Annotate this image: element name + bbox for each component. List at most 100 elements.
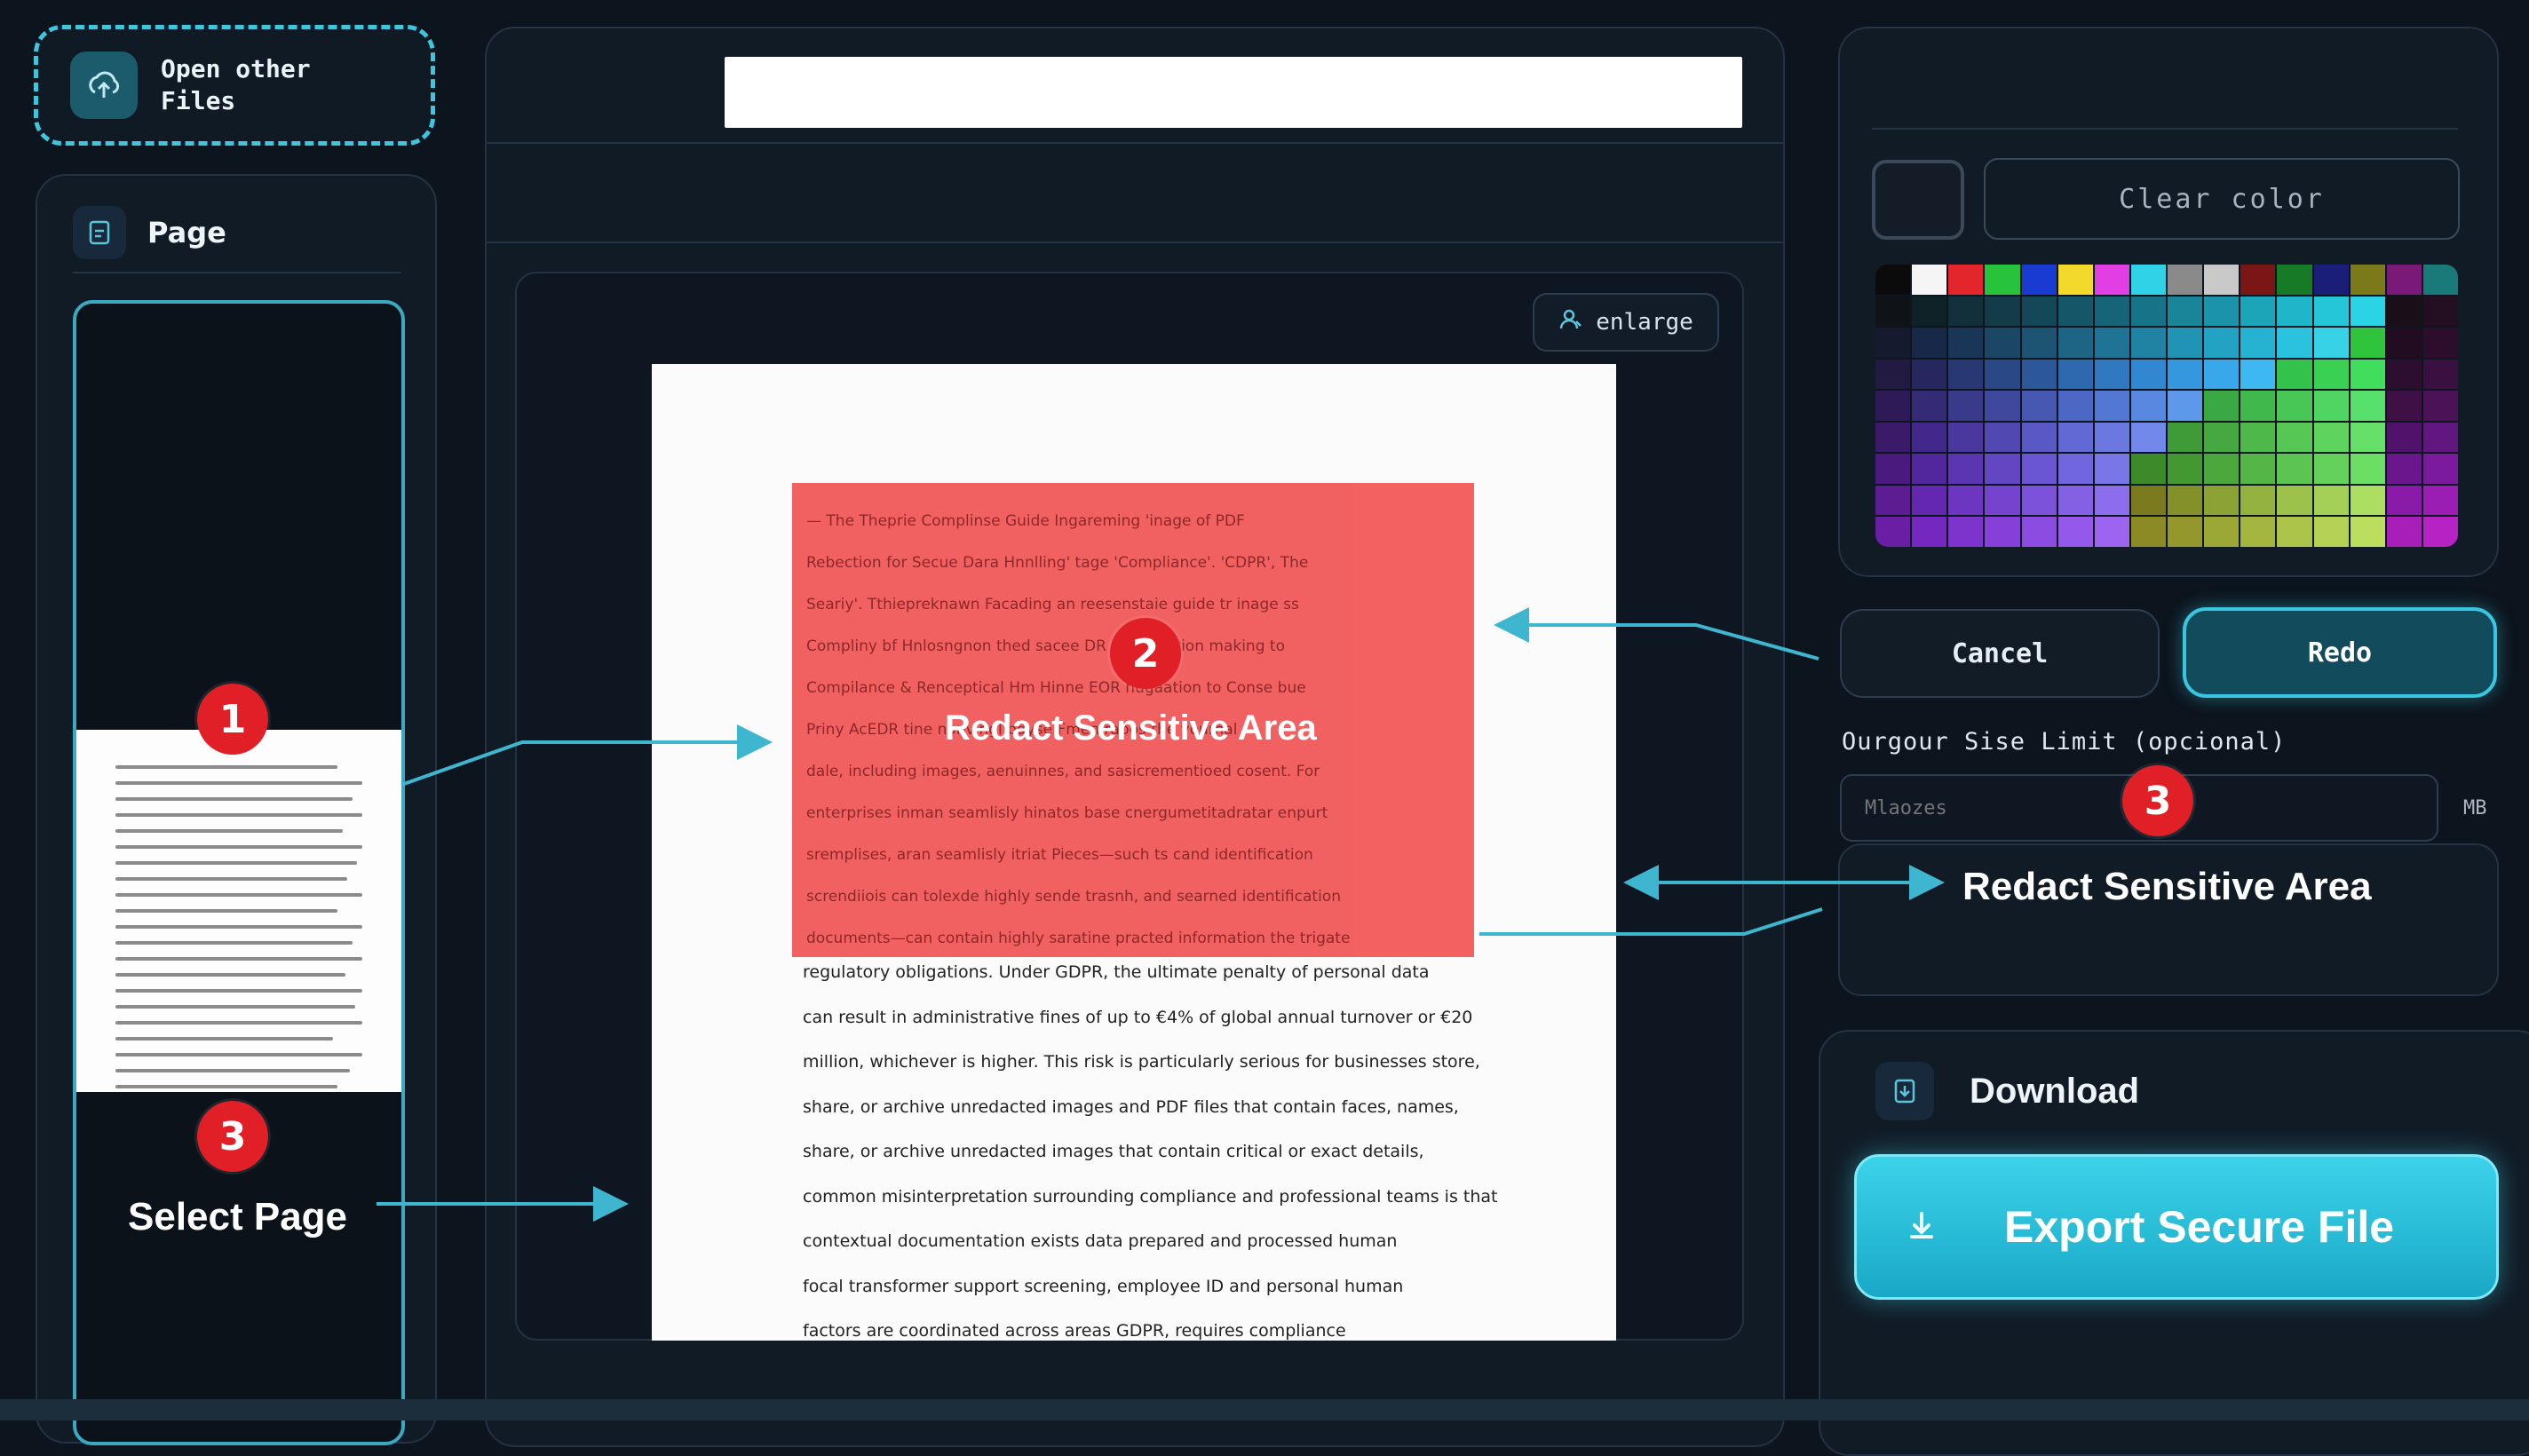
color-cell[interactable] bbox=[2021, 328, 2057, 358]
color-cell[interactable] bbox=[2240, 422, 2276, 453]
color-cell[interactable] bbox=[2350, 391, 2385, 421]
color-cell[interactable] bbox=[2021, 485, 2057, 516]
color-cell[interactable] bbox=[1985, 485, 2020, 516]
color-cell[interactable] bbox=[2240, 265, 2276, 295]
color-cell[interactable] bbox=[1912, 517, 1947, 547]
color-cell[interactable] bbox=[2386, 296, 2422, 327]
current-color-swatch[interactable] bbox=[1872, 160, 1964, 240]
color-cell[interactable] bbox=[2386, 485, 2422, 516]
color-cell[interactable] bbox=[2313, 454, 2349, 484]
color-cell[interactable] bbox=[2422, 517, 2458, 547]
color-cell[interactable] bbox=[2130, 422, 2166, 453]
color-cell[interactable] bbox=[1985, 328, 2020, 358]
color-cell[interactable] bbox=[2350, 296, 2385, 327]
color-cell[interactable] bbox=[1875, 359, 1911, 390]
color-cell[interactable] bbox=[2204, 422, 2240, 453]
color-cell[interactable] bbox=[1948, 296, 1984, 327]
color-cell[interactable] bbox=[2386, 517, 2422, 547]
color-cell[interactable] bbox=[1985, 422, 2020, 453]
color-cell[interactable] bbox=[2130, 485, 2166, 516]
color-cell[interactable] bbox=[1985, 359, 2020, 390]
color-cell[interactable] bbox=[2350, 485, 2385, 516]
color-cell[interactable] bbox=[2057, 265, 2093, 295]
open-other-files-button[interactable]: Open other Files bbox=[34, 25, 435, 146]
color-cell[interactable] bbox=[2021, 422, 2057, 453]
color-cell[interactable] bbox=[1912, 328, 1947, 358]
color-cell[interactable] bbox=[2350, 328, 2385, 358]
color-cell[interactable] bbox=[2240, 296, 2276, 327]
color-cell[interactable] bbox=[2204, 485, 2240, 516]
color-cell[interactable] bbox=[2094, 391, 2129, 421]
color-cell[interactable] bbox=[2240, 328, 2276, 358]
color-cell[interactable] bbox=[1985, 454, 2020, 484]
color-cell[interactable] bbox=[1948, 454, 1984, 484]
color-cell[interactable] bbox=[2168, 517, 2203, 547]
color-cell[interactable] bbox=[1875, 296, 1911, 327]
color-cell[interactable] bbox=[2204, 296, 2240, 327]
color-cell[interactable] bbox=[1912, 422, 1947, 453]
color-cell[interactable] bbox=[2313, 296, 2349, 327]
color-cell[interactable] bbox=[2386, 391, 2422, 421]
color-cell[interactable] bbox=[2277, 485, 2312, 516]
color-cell[interactable] bbox=[1985, 265, 2020, 295]
color-cell[interactable] bbox=[1985, 391, 2020, 421]
color-cell[interactable] bbox=[1912, 265, 1947, 295]
color-cell[interactable] bbox=[2130, 328, 2166, 358]
color-cell[interactable] bbox=[1948, 391, 1984, 421]
color-cell[interactable] bbox=[2021, 296, 2057, 327]
color-cell[interactable] bbox=[2313, 485, 2349, 516]
color-cell[interactable] bbox=[2057, 454, 2093, 484]
color-cell[interactable] bbox=[2422, 296, 2458, 327]
color-cell[interactable] bbox=[2094, 454, 2129, 484]
color-cell[interactable] bbox=[1875, 328, 1911, 358]
color-cell[interactable] bbox=[2057, 328, 2093, 358]
color-cell[interactable] bbox=[1985, 517, 2020, 547]
color-cell[interactable] bbox=[2277, 422, 2312, 453]
cancel-button[interactable]: Cancel bbox=[1840, 609, 2160, 698]
color-cell[interactable] bbox=[2204, 265, 2240, 295]
color-cell[interactable] bbox=[2422, 422, 2458, 453]
color-cell[interactable] bbox=[2057, 422, 2093, 453]
page-thumbnail-frame[interactable] bbox=[73, 300, 405, 1445]
color-cell[interactable] bbox=[2350, 359, 2385, 390]
redo-button[interactable]: Redo bbox=[2183, 607, 2497, 698]
color-cell[interactable] bbox=[2057, 485, 2093, 516]
clear-color-button[interactable]: Clear color bbox=[1984, 158, 2460, 240]
color-cell[interactable] bbox=[2386, 422, 2422, 453]
color-cell[interactable] bbox=[1875, 517, 1911, 547]
color-cell[interactable] bbox=[1912, 296, 1947, 327]
color-cell[interactable] bbox=[1875, 422, 1911, 453]
color-cell[interactable] bbox=[1875, 265, 1911, 295]
color-cell[interactable] bbox=[2422, 265, 2458, 295]
color-cell[interactable] bbox=[2277, 359, 2312, 390]
page-thumbnail[interactable] bbox=[76, 730, 401, 1092]
color-cell[interactable] bbox=[2057, 391, 2093, 421]
color-cell[interactable] bbox=[1948, 422, 1984, 453]
color-cell[interactable] bbox=[1948, 517, 1984, 547]
color-cell[interactable] bbox=[2130, 296, 2166, 327]
color-cell[interactable] bbox=[2021, 265, 2057, 295]
color-cell[interactable] bbox=[2240, 391, 2276, 421]
color-cell[interactable] bbox=[2168, 328, 2203, 358]
color-cell[interactable] bbox=[2386, 359, 2422, 390]
color-cell[interactable] bbox=[1912, 454, 1947, 484]
color-cell[interactable] bbox=[2204, 391, 2240, 421]
color-cell[interactable] bbox=[1948, 265, 1984, 295]
export-secure-file-button[interactable]: Export Secure File bbox=[1854, 1154, 2499, 1300]
color-cell[interactable] bbox=[2057, 296, 2093, 327]
color-cell[interactable] bbox=[2277, 517, 2312, 547]
color-cell[interactable] bbox=[1912, 359, 1947, 390]
color-cell[interactable] bbox=[2422, 485, 2458, 516]
color-cell[interactable] bbox=[1912, 391, 1947, 421]
color-cell[interactable] bbox=[2240, 517, 2276, 547]
color-cell[interactable] bbox=[2094, 265, 2129, 295]
color-cell[interactable] bbox=[2422, 454, 2458, 484]
color-cell[interactable] bbox=[2057, 359, 2093, 390]
color-cell[interactable] bbox=[2277, 296, 2312, 327]
color-cell[interactable] bbox=[2204, 454, 2240, 484]
color-cell[interactable] bbox=[1912, 485, 1947, 516]
color-cell[interactable] bbox=[2168, 265, 2203, 295]
color-cell[interactable] bbox=[2350, 454, 2385, 484]
color-cell[interactable] bbox=[2130, 391, 2166, 421]
color-cell[interactable] bbox=[2313, 328, 2349, 358]
